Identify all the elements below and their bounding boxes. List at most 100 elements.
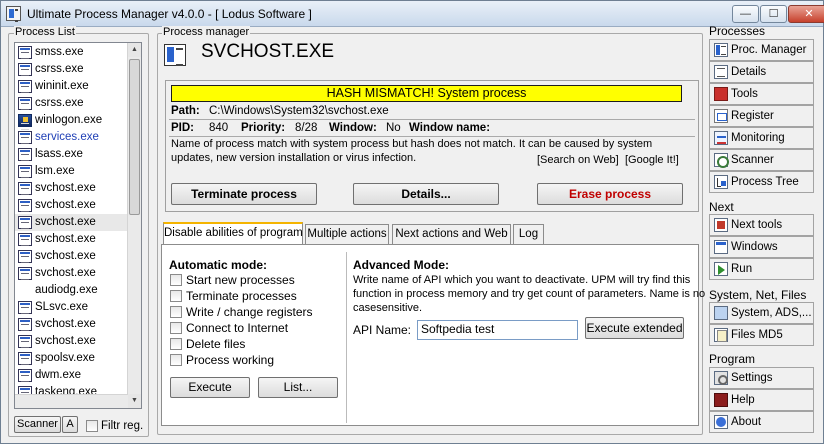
- advanced-desc-line-3: casesensitive.: [353, 302, 423, 314]
- process-list-item[interactable]: services.exe: [15, 129, 128, 146]
- process-list-item[interactable]: svchost.exe: [15, 248, 128, 265]
- nav-monitoring-button[interactable]: Monitoring: [709, 127, 814, 149]
- execute-extended-button[interactable]: Execute extended: [585, 317, 684, 339]
- nav-run-button[interactable]: Run: [709, 258, 814, 280]
- tab-multiple-actions[interactable]: Multiple actions: [305, 224, 389, 244]
- register-icon: [714, 109, 728, 123]
- process-name-label: svchost.exe: [35, 182, 96, 194]
- close-button[interactable]: ✕: [788, 5, 824, 23]
- process-list-item[interactable]: audiodg.exe: [15, 282, 128, 299]
- process-icon: [18, 199, 32, 212]
- process-list-item[interactable]: svchost.exe: [15, 333, 128, 350]
- filter-registry-checkbox[interactable]: [86, 420, 98, 432]
- process-list-hscrollbar[interactable]: [15, 394, 128, 408]
- auto-option-checkbox[interactable]: [170, 306, 182, 318]
- nav-windows-button[interactable]: Windows: [709, 236, 814, 258]
- window-name-label: Window name:: [409, 122, 491, 134]
- tab-log[interactable]: Log: [513, 224, 544, 244]
- process-list-item[interactable]: dwm.exe: [15, 367, 128, 384]
- divider: [346, 252, 347, 423]
- divider: [169, 119, 695, 120]
- scroll-up-icon[interactable]: ▲: [128, 43, 141, 57]
- list-button[interactable]: List...: [258, 377, 338, 398]
- process-list-item[interactable]: wininit.exe: [15, 78, 128, 95]
- api-name-input[interactable]: Softpedia test: [417, 320, 578, 340]
- monitoring-icon: [714, 131, 728, 145]
- maximize-button[interactable]: ☐: [760, 5, 787, 23]
- details-button[interactable]: Details...: [353, 183, 499, 205]
- auto-option-checkbox[interactable]: [170, 354, 182, 366]
- auto-option-label: Start new processes: [186, 273, 295, 287]
- nav-tools-button[interactable]: Tools: [709, 83, 814, 105]
- process-list-item[interactable]: lsm.exe: [15, 163, 128, 180]
- files-md5-icon: [714, 328, 728, 342]
- process-icon: [18, 182, 32, 195]
- path-label: Path:: [171, 105, 200, 117]
- process-list-item[interactable]: SLsvc.exe: [15, 299, 128, 316]
- priority-value: 8/28: [295, 122, 318, 134]
- nav-details-button[interactable]: Details: [709, 61, 814, 83]
- process-list-item[interactable]: svchost.exe: [15, 214, 128, 231]
- process-list-item[interactable]: svchost.exe: [15, 316, 128, 333]
- process-icon: [18, 352, 32, 365]
- nav-about-button[interactable]: About: [709, 411, 814, 433]
- nav-system-ads-button[interactable]: System, ADS,...: [709, 302, 814, 324]
- tab-disable-abilities[interactable]: Disable abilities of program: [163, 222, 303, 244]
- window-title: Ultimate Process Manager v4.0.0 - [ Lodu…: [27, 7, 312, 21]
- process-list-item[interactable]: csrss.exe: [15, 95, 128, 112]
- process-list-item[interactable]: svchost.exe: [15, 197, 128, 214]
- process-name-label: csrss.exe: [35, 63, 84, 75]
- process-list-item[interactable]: svchost.exe: [15, 265, 128, 282]
- search-on-web-link[interactable]: [Search on Web]: [537, 154, 619, 166]
- process-list-item[interactable]: spoolsv.exe: [15, 350, 128, 367]
- nav-button-label: Settings: [731, 372, 773, 384]
- terminate-process-button[interactable]: Terminate process: [171, 183, 317, 205]
- scroll-down-icon[interactable]: ▼: [128, 394, 141, 408]
- scroll-thumb[interactable]: [129, 59, 140, 215]
- google-it-link[interactable]: [Google It!]: [625, 154, 679, 166]
- nav-register-button[interactable]: Register: [709, 105, 814, 127]
- process-name-label: svchost.exe: [35, 250, 96, 262]
- process-name-label: csrss.exe: [35, 97, 84, 109]
- process-list-item[interactable]: smss.exe: [15, 44, 128, 61]
- auto-option-label: Connect to Internet: [186, 321, 289, 335]
- nav-files-md5-button[interactable]: Files MD5: [709, 324, 814, 346]
- process-list-vscrollbar[interactable]: ▲ ▼: [127, 43, 141, 408]
- nav-scanner-button[interactable]: Scanner: [709, 149, 814, 171]
- minimize-button[interactable]: —: [732, 5, 759, 23]
- tab-next-actions-web[interactable]: Next actions and Web: [392, 224, 511, 244]
- help-icon: [714, 393, 728, 407]
- title-bar[interactable]: Ultimate Process Manager v4.0.0 - [ Lodu…: [1, 1, 824, 27]
- process-list-item[interactable]: svchost.exe: [15, 180, 128, 197]
- nav-help-button[interactable]: Help: [709, 389, 814, 411]
- run-icon: [714, 262, 728, 276]
- process-name-label: svchost.exe: [35, 318, 96, 330]
- process-list-item[interactable]: lsass.exe: [15, 146, 128, 163]
- tools-icon: [714, 87, 728, 101]
- a-button[interactable]: A: [62, 416, 78, 433]
- process-list-item[interactable]: winlogon.exe: [15, 112, 128, 130]
- nav-next-tools-button[interactable]: Next tools: [709, 214, 814, 236]
- nav-settings-button[interactable]: Settings: [709, 367, 814, 389]
- process-list-item[interactable]: svchost.exe: [15, 231, 128, 248]
- scanner-button[interactable]: Scanner: [14, 416, 61, 433]
- auto-option-checkbox[interactable]: [170, 338, 182, 350]
- automatic-mode-title: Automatic mode:: [169, 258, 268, 272]
- system-icon: [714, 306, 728, 320]
- auto-option-checkbox[interactable]: [170, 290, 182, 302]
- execute-button[interactable]: Execute: [170, 377, 250, 398]
- process-name-label: dwm.exe: [35, 369, 82, 381]
- process-list-item[interactable]: csrss.exe: [15, 61, 128, 78]
- auto-option-checkbox[interactable]: [170, 322, 182, 334]
- erase-process-button[interactable]: Erase process: [537, 183, 683, 205]
- auto-option-checkbox[interactable]: [170, 274, 182, 286]
- about-icon: [714, 415, 728, 429]
- process-name: SVCHOST.EXE: [201, 41, 335, 62]
- nav-proc-manager-button[interactable]: Proc. Manager: [709, 39, 814, 61]
- process-name-label: lsm.exe: [35, 165, 75, 177]
- nav-process-tree-button[interactable]: Process Tree: [709, 171, 814, 193]
- process-list[interactable]: smss.exe csrss.exe wininit.exe csrss.exe win…: [14, 42, 142, 409]
- next-section-title: Next: [709, 200, 734, 214]
- pid-value: 840: [209, 122, 229, 134]
- process-icon: [18, 267, 32, 280]
